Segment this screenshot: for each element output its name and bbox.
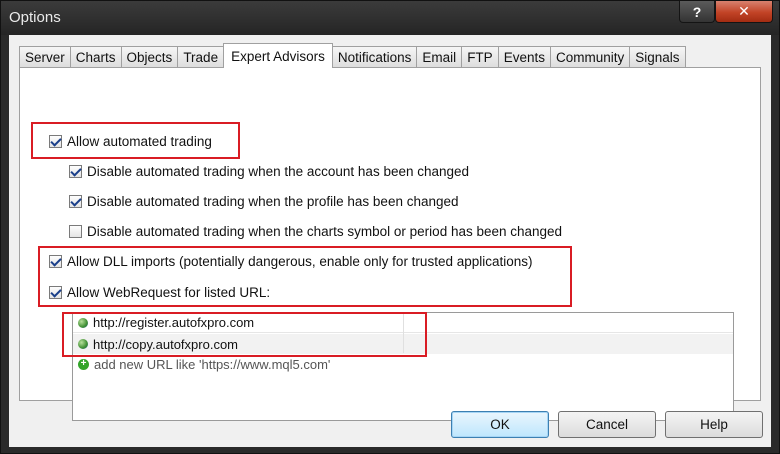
- add-plus-icon: +: [78, 358, 89, 370]
- globe-icon: [78, 317, 88, 328]
- expert-advisors-panel: Allow automated trading Disable automate…: [19, 67, 761, 421]
- window-title: Options: [9, 9, 61, 26]
- url-text: http://copy.autofxpro.com: [93, 336, 238, 352]
- disable-on-symbol-change-checkbox[interactable]: [69, 225, 82, 238]
- disable-on-account-change-label: Disable automated trading when the accou…: [87, 164, 470, 179]
- dialog-client-area: Server Charts Objects Trade Expert Advis…: [9, 35, 771, 447]
- tab-expert-advisors[interactable]: Expert Advisors: [223, 43, 333, 68]
- title-help-button[interactable]: ?: [679, 1, 715, 23]
- allow-automated-trading-checkbox[interactable]: [49, 135, 62, 148]
- tab-server[interactable]: Server: [19, 46, 71, 68]
- tab-charts[interactable]: Charts: [69, 46, 122, 68]
- allow-automated-trading-label: Allow automated trading: [67, 134, 212, 149]
- url-listbox[interactable]: http://register.autofxpro.com http://cop…: [72, 312, 734, 421]
- tab-trade[interactable]: Trade: [177, 46, 225, 68]
- allow-dll-imports-checkbox[interactable]: [49, 255, 62, 268]
- allow-automated-trading-option[interactable]: Allow automated trading: [49, 134, 212, 149]
- disable-on-account-change-checkbox[interactable]: [69, 165, 82, 178]
- allow-dll-imports-option[interactable]: Allow DLL imports (potentially dangerous…: [49, 254, 533, 269]
- disable-on-symbol-change-label: Disable automated trading when the chart…: [87, 224, 563, 239]
- tab-strip: Server Charts Objects Trade Expert Advis…: [19, 43, 686, 68]
- tab-email[interactable]: Email: [416, 46, 463, 68]
- allow-webrequest-checkbox[interactable]: [49, 286, 62, 299]
- tab-signals[interactable]: Signals: [629, 46, 686, 68]
- allow-dll-imports-label: Allow DLL imports (potentially dangerous…: [67, 254, 533, 269]
- tab-events[interactable]: Events: [497, 46, 551, 68]
- column-divider: [403, 313, 404, 353]
- tab-notifications[interactable]: Notifications: [331, 46, 418, 68]
- tab-ftp[interactable]: FTP: [461, 46, 499, 68]
- title-bar[interactable]: Options ? ✕: [1, 1, 779, 35]
- add-url-row[interactable]: + add new URL like 'https://www.mql5.com…: [73, 354, 733, 374]
- globe-icon: [78, 339, 88, 349]
- help-button[interactable]: Help: [665, 411, 763, 438]
- tab-objects[interactable]: Objects: [120, 46, 179, 68]
- ok-button[interactable]: OK: [451, 411, 549, 438]
- allow-webrequest-option[interactable]: Allow WebRequest for listed URL:: [49, 285, 270, 300]
- disable-on-account-change-option[interactable]: Disable automated trading when the accou…: [69, 164, 469, 179]
- disable-on-profile-change-option[interactable]: Disable automated trading when the profi…: [69, 194, 459, 209]
- close-icon: ✕: [738, 3, 750, 19]
- url-text: http://register.autofxpro.com: [93, 315, 255, 330]
- title-close-button[interactable]: ✕: [715, 1, 773, 23]
- options-window: Options ? ✕ Server Charts Objects Trade …: [0, 0, 780, 454]
- question-mark-icon: ?: [692, 3, 702, 20]
- disable-on-symbol-change-option[interactable]: Disable automated trading when the chart…: [69, 224, 562, 239]
- add-url-hint: add new URL like 'https://www.mql5.com': [94, 356, 331, 372]
- tab-community[interactable]: Community: [549, 46, 631, 68]
- disable-on-profile-change-checkbox[interactable]: [69, 195, 82, 208]
- cancel-button[interactable]: Cancel: [558, 411, 656, 438]
- disable-on-profile-change-label: Disable automated trading when the profi…: [87, 194, 459, 209]
- allow-webrequest-label: Allow WebRequest for listed URL:: [67, 285, 271, 300]
